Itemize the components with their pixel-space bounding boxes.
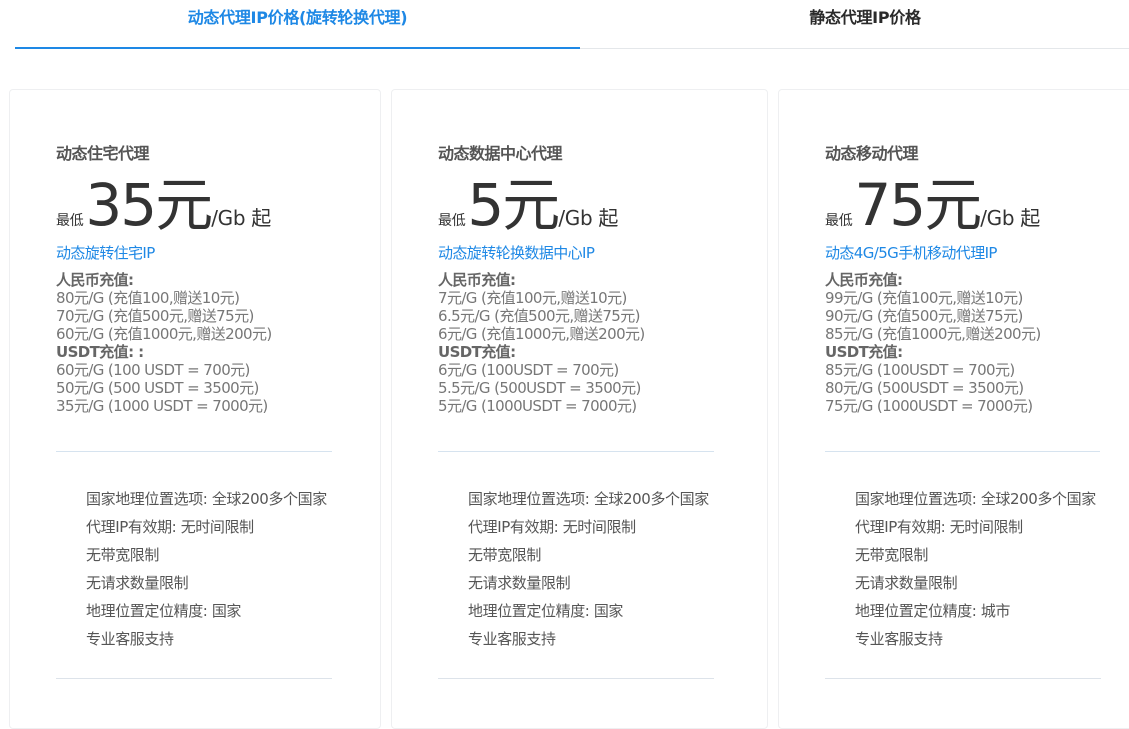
usdt-tier: 5元/G (1000USDT = 7000元): [438, 397, 637, 415]
pricing-card-residential: 动态住宅代理 最低35元/Gb 起 动态旋转住宅IP 人民币充值: 80元/G …: [9, 89, 381, 729]
feature-item: 无请求数量限制: [86, 574, 189, 592]
card-title: 动态住宅代理: [56, 144, 150, 163]
usdt-header: USDT充值:: [825, 343, 903, 361]
rmb-header: 人民币充值:: [825, 271, 903, 289]
pricing-list: 人民币充值: 7元/G (充值100元,赠送10元) 6.5元/G (充值500…: [438, 271, 645, 415]
rmb-tier: 6元/G (充值1000元,赠送200元): [438, 325, 645, 343]
feature-item: 代理IP有效期: 无时间限制: [468, 518, 636, 536]
card-divider: [825, 451, 1100, 452]
feature-item: 专业客服支持: [468, 630, 556, 648]
rmb-tier: 90元/G (充值500元,赠送75元): [825, 307, 1023, 325]
feature-list: 国家地理位置选项: 全球200多个国家 代理IP有效期: 无时间限制 无带宽限制…: [86, 490, 334, 658]
usdt-tier: 5.5元/G (500USDT = 3500元): [438, 379, 641, 397]
usdt-tier: 6元/G (100USDT = 700元): [438, 361, 619, 379]
price-value: 35元: [85, 171, 213, 239]
price-unit: /Gb 起: [980, 206, 1041, 230]
usdt-tier: 60元/G (100 USDT = 700元): [56, 361, 250, 379]
rmb-header: 人民币充值:: [56, 271, 134, 289]
price-line: 最低5元/Gb 起: [438, 172, 618, 238]
rmb-header: 人民币充值:: [438, 271, 516, 289]
price-line: 最低35元/Gb 起: [56, 172, 271, 238]
usdt-header: USDT充值: :: [56, 343, 144, 361]
feature-item: 代理IP有效期: 无时间限制: [855, 518, 1023, 536]
card-divider: [56, 451, 332, 452]
price-line: 最低75元/Gb 起: [825, 172, 1040, 238]
feature-item: 无请求数量限制: [468, 574, 571, 592]
price-value: 75元: [854, 171, 982, 239]
card-divider: [438, 451, 714, 452]
feature-item: 地理位置定位精度: 城市: [855, 602, 1011, 620]
rmb-tier: 99元/G (充值100元,赠送10元): [825, 289, 1023, 307]
feature-item: 无带宽限制: [855, 546, 929, 564]
card-bottom-divider: [56, 678, 332, 679]
card-bottom-divider: [825, 678, 1101, 679]
rmb-tier: 7元/G (充值100元,赠送10元): [438, 289, 627, 307]
usdt-tier: 85元/G (100USDT = 700元): [825, 361, 1015, 379]
pricing-card-datacenter: 动态数据中心代理 最低5元/Gb 起 动态旋转轮换数据中心IP 人民币充值: 7…: [391, 89, 768, 729]
price-unit: /Gb 起: [211, 206, 272, 230]
rmb-tier: 80元/G (充值100,赠送10元): [56, 289, 240, 307]
tab-static-proxy-pricing[interactable]: 静态代理IP价格: [580, 0, 1129, 48]
usdt-tier: 50元/G (500 USDT = 3500元): [56, 379, 259, 397]
feature-list: 国家地理位置选项: 全球200多个国家 代理IP有效期: 无时间限制 无带宽限制…: [855, 490, 1103, 658]
feature-item: 地理位置定位精度: 国家: [468, 602, 624, 620]
feature-item: 无带宽限制: [468, 546, 542, 564]
rmb-tier: 70元/G (充值500元,赠送75元): [56, 307, 254, 325]
feature-item: 地理位置定位精度: 国家: [86, 602, 242, 620]
rmb-tier: 60元/G (充值1000元,赠送200元): [56, 325, 272, 343]
price-value: 5元: [467, 171, 560, 239]
feature-item: 无带宽限制: [86, 546, 160, 564]
card-subtitle: 动态旋转住宅IP: [56, 244, 155, 262]
usdt-header: USDT充值:: [438, 343, 516, 361]
feature-item: 专业客服支持: [86, 630, 174, 648]
price-prefix: 最低: [825, 213, 853, 229]
card-subtitle: 动态4G/5G手机移动代理IP: [825, 244, 997, 262]
feature-item: 无请求数量限制: [855, 574, 958, 592]
usdt-tier: 80元/G (500USDT = 3500元): [825, 379, 1024, 397]
card-title: 动态数据中心代理: [438, 144, 563, 163]
card-subtitle: 动态旋转轮换数据中心IP: [438, 244, 595, 262]
feature-item: 专业客服支持: [855, 630, 943, 648]
feature-item: 代理IP有效期: 无时间限制: [86, 518, 254, 536]
rmb-tier: 6.5元/G (充值500元,赠送75元): [438, 307, 641, 325]
price-unit: /Gb 起: [558, 206, 619, 230]
price-prefix: 最低: [438, 213, 466, 229]
feature-item: 国家地理位置选项: 全球200多个国家: [855, 490, 1096, 508]
tab-dynamic-proxy-pricing[interactable]: 动态代理IP价格(旋转轮换代理): [15, 0, 580, 49]
feature-item: 国家地理位置选项: 全球200多个国家: [86, 490, 327, 508]
pricing-list: 人民币充值: 99元/G (充值100元,赠送10元) 90元/G (充值500…: [825, 271, 1041, 415]
rmb-tier: 85元/G (充值1000元,赠送200元): [825, 325, 1041, 343]
pricing-card-mobile: 动态移动代理 最低75元/Gb 起 动态4G/5G手机移动代理IP 人民币充值:…: [778, 89, 1129, 729]
card-title: 动态移动代理: [825, 144, 919, 163]
usdt-tier: 35元/G (1000 USDT = 7000元): [56, 397, 268, 415]
feature-list: 国家地理位置选项: 全球200多个国家 代理IP有效期: 无时间限制 无带宽限制…: [468, 490, 716, 658]
usdt-tier: 75元/G (1000USDT = 7000元): [825, 397, 1033, 415]
card-bottom-divider: [438, 678, 714, 679]
pricing-list: 人民币充值: 80元/G (充值100,赠送10元) 70元/G (充值500元…: [56, 271, 272, 415]
price-prefix: 最低: [56, 213, 84, 229]
feature-item: 国家地理位置选项: 全球200多个国家: [468, 490, 709, 508]
pricing-tabs: 动态代理IP价格(旋转轮换代理) 静态代理IP价格: [0, 0, 1129, 49]
